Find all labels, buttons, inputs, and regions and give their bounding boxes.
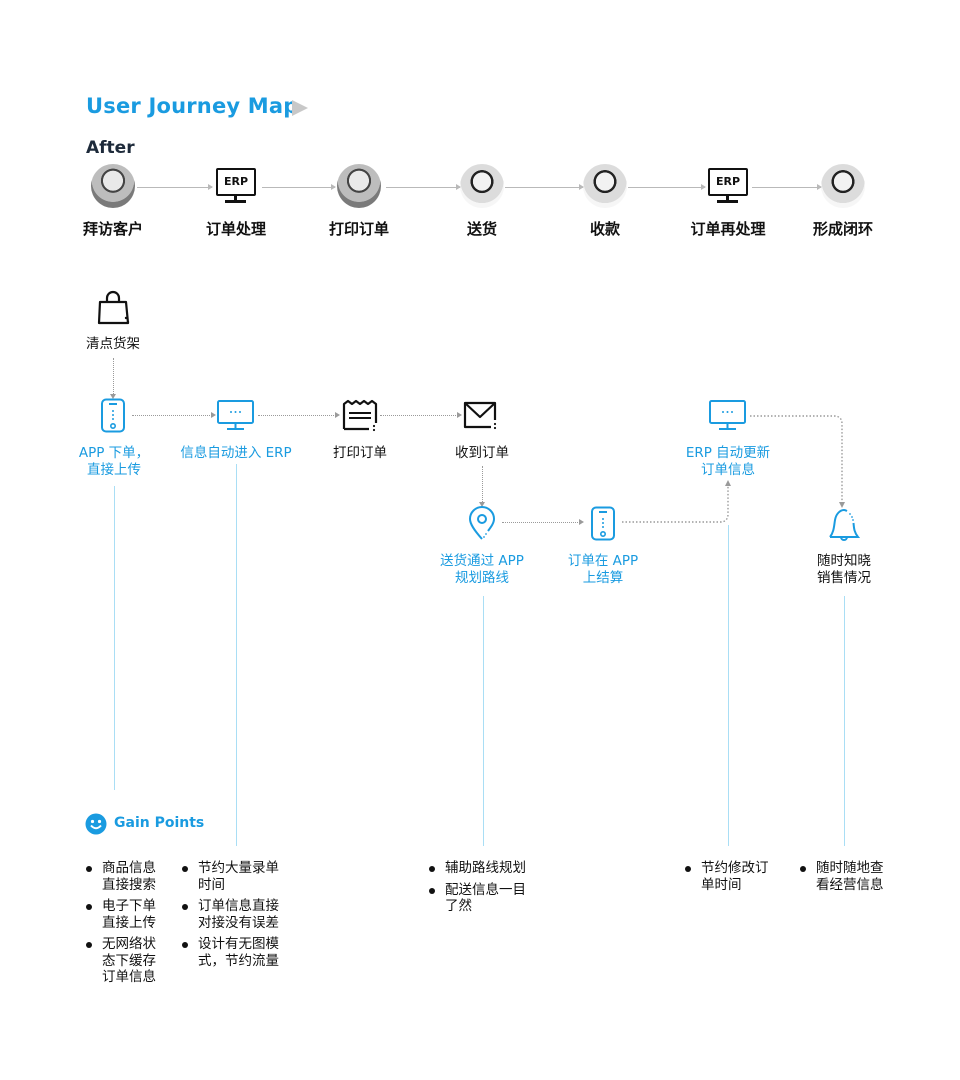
journey-arrow [505,184,584,190]
journey-step-label: 送货 [466,220,497,238]
journey-arrow [628,184,706,190]
flow-arrow [380,412,462,418]
monitor-icon [217,400,254,430]
phone-icon [101,398,125,433]
journey-step-label: 形成闭环 [812,220,873,238]
gain-point-item: 辅助路线规划 [429,860,549,877]
phone-icon [591,506,615,541]
location-pin-icon [468,506,496,540]
erp-text: ERP [216,168,256,196]
gain-point-item: 订单信息直接 对接没有误差 [182,898,302,931]
journey-arrow [752,184,822,190]
page-title: User Journey Map [86,94,299,118]
gain-point-item: 节约修改订 单时间 [685,860,785,893]
section-subtitle: After [86,138,135,158]
flow-label-app-order: APP 下单， 直接上传 [78,445,150,478]
gain-point-item: 设计有无图模 式，节约流量 [182,936,302,969]
journey-step: 送货 [427,164,537,239]
journey-step-label: 打印订单 [328,220,389,238]
flow-arrow [132,412,216,418]
gain-points-list-3: 辅助路线规划 配送信息一目 了然 [429,860,549,920]
person-avatar [583,164,627,208]
person-avatar [91,164,135,208]
flow-arrow [502,519,584,525]
flow-elbow-arrow [750,415,845,508]
receipt-icon [342,399,378,432]
gain-points-title: Gain Points [114,815,205,831]
connector-line [483,596,484,846]
gain-point-item: 无网络状 态下缓存 订单信息 [86,936,176,986]
envelope-icon [463,401,497,430]
journey-arrow [137,184,213,190]
flow-label-notify: 随时知晓 销售情况 [817,553,871,586]
journey-step: 打印订单 [304,164,414,239]
gain-point-item: 随时随地查 看经营信息 [800,860,900,893]
flow-label-shelf: 清点货架 [86,336,140,352]
journey-step: ERP 订单处理 [181,164,291,239]
person-avatar [821,164,865,208]
gain-points-list-4: 节约修改订 单时间 [685,860,785,898]
flow-elbow-arrow [622,480,731,523]
flow-arrow [258,412,340,418]
journey-step-label: 收款 [589,220,620,238]
smiley-icon [85,813,107,835]
gain-point-item: 配送信息一目 了然 [429,882,549,915]
flow-arrow [479,466,485,507]
journey-step: ERP 订单再处理 [673,164,783,239]
bell-icon [829,508,861,541]
connector-line [114,486,115,790]
shopping-bag-icon [97,290,130,325]
erp-monitor-icon: ERP [706,164,750,208]
connector-line [844,596,845,846]
gain-point-item: 节约大量录单 时间 [182,860,302,893]
erp-monitor-icon: ERP [214,164,258,208]
journey-step-label: 订单处理 [205,220,266,238]
flow-label-print: 打印订单 [333,445,387,461]
journey-arrow [262,184,336,190]
monitor-icon [709,400,746,430]
gain-points-list-5: 随时随地查 看经营信息 [800,860,900,898]
flow-label-settle: 订单在 APP 上结算 [567,553,639,586]
gain-point-item: 商品信息 直接搜索 [86,860,176,893]
connector-line [236,464,237,846]
flow-arrow [110,358,116,399]
journey-step: 收款 [550,164,660,239]
person-avatar [337,164,381,208]
erp-text: ERP [708,168,748,196]
journey-arrow [386,184,461,190]
journey-step-label: 订单再处理 [690,220,766,238]
person-avatar [460,164,504,208]
flow-label-auto-erp: 信息自动进入 ERP [180,445,292,461]
gain-points-list-1: 商品信息 直接搜索 电子下单 直接上传 无网络状 态下缓存 订单信息 [86,860,176,991]
journey-step: 拜访客户 [58,164,168,239]
flow-label-receive: 收到订单 [455,445,509,461]
flow-label-route: 送货通过 APP 规划路线 [440,553,524,586]
journey-step: 形成闭环 [788,164,898,239]
play-arrow-icon [292,100,308,116]
gain-point-item: 电子下单 直接上传 [86,898,176,931]
connector-line [728,525,729,846]
gain-points-list-2: 节约大量录单 时间 订单信息直接 对接没有误差 设计有无图模 式，节约流量 [182,860,302,974]
journey-step-label: 拜访客户 [82,220,143,238]
